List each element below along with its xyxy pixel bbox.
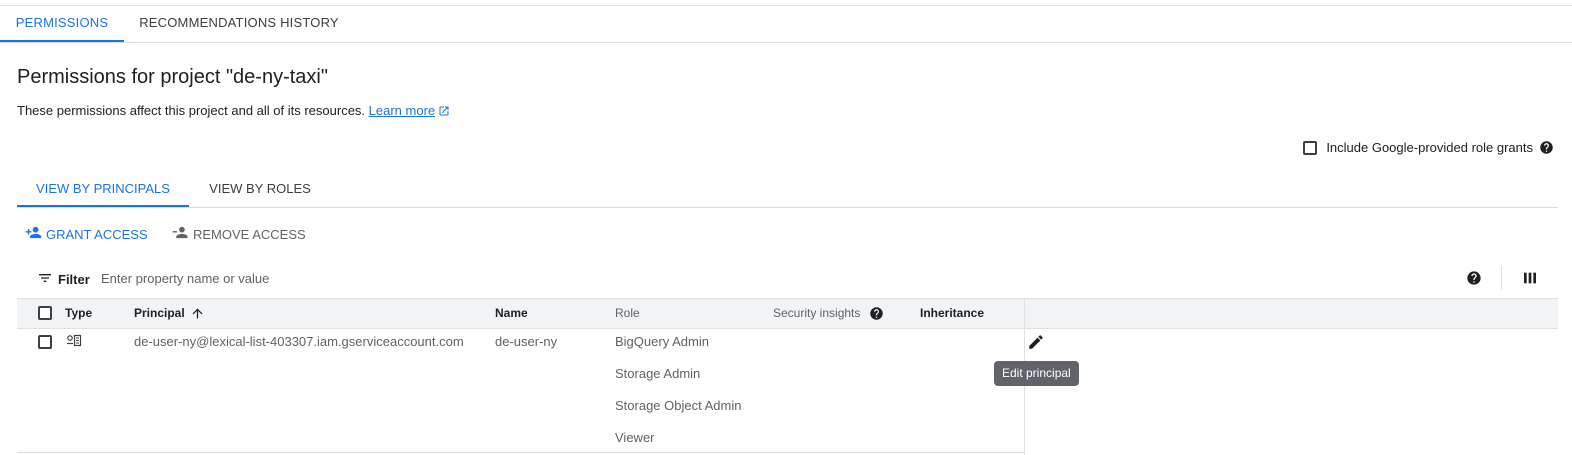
filter-button[interactable]: Filter — [37, 270, 90, 289]
role-cell: Viewer — [615, 430, 655, 445]
include-google-grants-checkbox[interactable] — [1303, 140, 1318, 155]
pencil-icon[interactable] — [1027, 333, 1045, 356]
view-tab-bar: VIEW BY PRINCIPALS VIEW BY ROLES — [17, 170, 1558, 208]
col-header-type[interactable]: Type — [65, 299, 92, 328]
subtitle-text: These permissions affect this project an… — [17, 103, 366, 118]
role-cell: BigQuery Admin — [615, 334, 709, 349]
top-tab-bar: PERMISSIONS RECOMMENDATIONS HISTORY — [0, 6, 1572, 43]
external-link-icon — [438, 105, 450, 120]
filter-label: Filter — [58, 272, 90, 287]
tab-permissions[interactable]: PERMISSIONS — [0, 6, 124, 42]
table-header: Type Principal Name Role Security insigh… — [17, 298, 1558, 329]
service-account-icon — [66, 334, 82, 353]
learn-more-link[interactable]: Learn more — [369, 103, 435, 118]
role-cell: Storage Admin — [615, 366, 701, 381]
col-header-role: Role — [615, 306, 640, 320]
person-remove-icon — [172, 224, 193, 244]
select-all-checkbox[interactable] — [38, 306, 52, 320]
arrow-up-icon[interactable] — [190, 306, 205, 326]
remove-access-button[interactable]: REMOVE ACCESS — [172, 222, 306, 246]
person-add-icon — [25, 224, 46, 244]
row-checkbox[interactable] — [38, 335, 52, 349]
include-google-grants-label: Include Google-provided role grants — [1326, 140, 1533, 155]
help-icon[interactable] — [869, 306, 884, 326]
column-display-icon[interactable] — [1522, 270, 1538, 291]
tab-view-by-principals[interactable]: VIEW BY PRINCIPALS — [17, 170, 189, 207]
page-subtitle: These permissions affect this project an… — [17, 103, 450, 120]
grant-access-label: GRANT ACCESS — [46, 226, 148, 242]
principal-cell: de-user-ny@lexical-list-403307.iam.gserv… — [134, 334, 464, 349]
col-header-name[interactable]: Name — [495, 299, 528, 328]
remove-access-label: REMOVE ACCESS — [193, 226, 306, 242]
page-title: Permissions for project "de-ny-taxi" — [17, 66, 328, 88]
help-icon[interactable] — [1466, 270, 1482, 291]
tab-recommendations-history[interactable]: RECOMMENDATIONS HISTORY — [136, 6, 342, 40]
filter-icon — [37, 270, 58, 289]
col-header-inheritance[interactable]: Inheritance — [920, 299, 984, 328]
help-icon[interactable] — [1539, 140, 1554, 155]
toolbar-divider — [1501, 266, 1502, 290]
include-google-grants: Include Google-provided role grants — [1303, 140, 1554, 155]
name-cell: de-user-ny — [495, 334, 558, 349]
role-cell: Storage Object Admin — [615, 398, 742, 413]
filter-input[interactable] — [101, 268, 501, 288]
tab-view-by-roles[interactable]: VIEW BY ROLES — [201, 170, 319, 205]
col-header-security-insights: Security insights — [773, 306, 861, 320]
edit-principal-tooltip: Edit principal — [994, 361, 1079, 386]
filter-bar: Filter — [17, 264, 1558, 292]
col-header-principal[interactable]: Principal — [134, 299, 185, 328]
row-divider — [17, 452, 1024, 453]
grant-access-button[interactable]: GRANT ACCESS — [25, 222, 148, 246]
